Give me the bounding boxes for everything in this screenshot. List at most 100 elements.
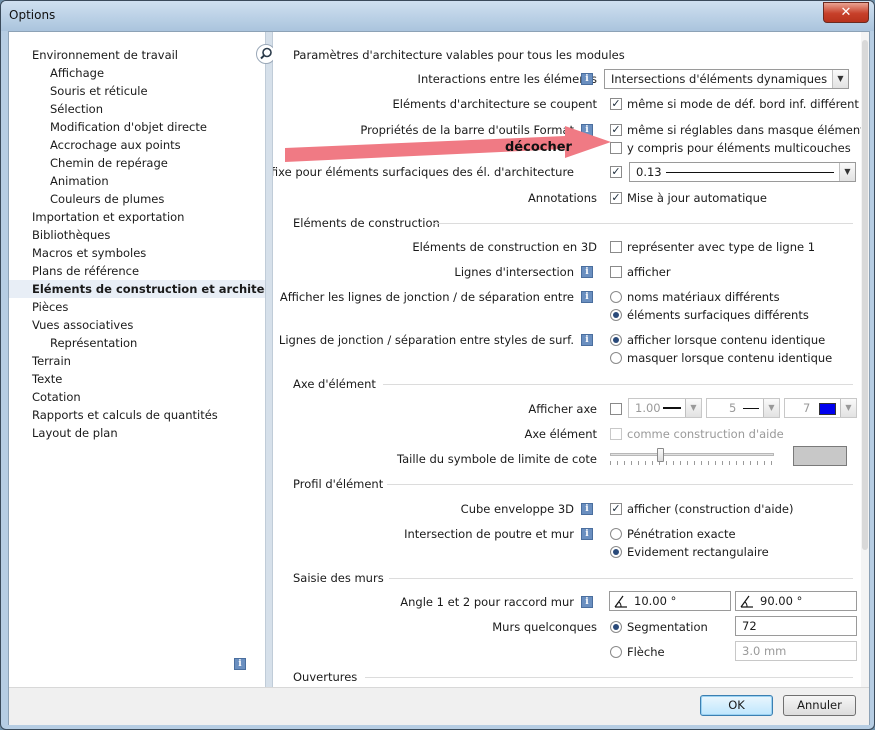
axe-element-label: Axe élément [524,427,597,441]
angle1-input[interactable]: 10.00 ° [609,591,731,611]
tree-item-vues[interactable]: Vues associatives [32,316,133,334]
cube-enveloppe-checkbox[interactable]: ✓ [610,503,622,515]
info-icon[interactable]: i [234,658,246,670]
line-type-preview [743,408,759,409]
info-icon[interactable]: i [581,334,593,346]
tree-item-layout[interactable]: Layout de plan [32,424,118,442]
barre-outils-option-label: même si réglables dans masque élément [627,123,861,137]
tree-item-rapports[interactable]: Rapports et calculs de quantités [32,406,218,424]
axe-pen-value: 1.00 [635,401,661,415]
section-divider [389,578,853,579]
taille-symbole-label: Taille du symbole de limite de cote [396,452,597,466]
styles-radio-masquer[interactable] [610,352,622,364]
lignes-intersection-checkbox[interactable] [610,266,622,278]
info-icon[interactable]: i [581,596,593,608]
styles-radio-afficher[interactable] [610,334,622,346]
tree-item-macros[interactable]: Macros et symboles [32,244,146,262]
segmentation-input[interactable]: 72 [735,616,857,636]
panel-scrollbar[interactable] [861,32,869,687]
afficher-axe-checkbox[interactable] [610,403,622,415]
section-divider [387,484,853,485]
tree-item-animation[interactable]: Animation [50,172,109,190]
tree-item-importation[interactable]: Importation et exportation [32,208,184,226]
jonction-label: Afficher les lignes de jonction / de sép… [279,290,574,304]
section-title-ouvertures: Ouvertures [293,670,358,684]
section-divider [365,677,853,678]
tree-item-cotation[interactable]: Cotation [32,388,81,406]
chevron-down-icon: ▼ [840,399,856,417]
fleche-radio[interactable] [610,646,622,658]
taille-slider[interactable] [610,448,774,468]
tree-item-environnement[interactable]: Environnement de travail [32,46,178,64]
lignes-intersection-option-label: afficher [627,265,671,279]
tree-item-affichage[interactable]: Affichage [50,64,104,82]
tree-item-modification[interactable]: Modification d'objet directe [50,118,207,136]
annotations-checkbox[interactable]: ✓ [610,192,622,204]
axe-line-dropdown[interactable]: 5 ▼ [706,398,780,418]
styles-option-masquer: masquer lorsque contenu identique [627,351,833,365]
poutre-mur-label: Intersection de poutre et mur [404,527,574,541]
poutre-radio-evidement[interactable] [610,546,622,558]
coupent-checkbox[interactable]: ✓ [610,98,622,110]
axe-element-option-label: comme construction d'aide [627,427,784,441]
tree-item-plans[interactable]: Plans de référence [32,262,139,280]
plume-dropdown[interactable]: 0.13 ▼ [629,162,856,182]
section-title-construction: Eléments de construction [293,216,440,230]
tree-item-couleurs[interactable]: Couleurs de plumes [50,190,164,208]
construction-3d-option-label: représenter avec type de ligne 1 [627,240,816,254]
fleche-input[interactable]: 3.0 mm [735,641,857,661]
tree-item-souris[interactable]: Souris et réticule [50,82,148,100]
tree-item-elements-construction[interactable]: Eléments de construction et architecture [9,280,298,298]
tree-item-selection[interactable]: Sélection [50,100,103,118]
plume-value: 0.13 [636,165,662,179]
axe-element-checkbox[interactable] [610,428,622,440]
info-icon[interactable]: i [581,291,593,303]
angle2-input[interactable]: 90.00 ° [735,591,857,611]
angle-raccord-label: Angle 1 et 2 pour raccord mur [400,595,574,609]
tree-item-terrain[interactable]: Terrain [32,352,71,370]
jonction-option-materiaux: noms matériaux différents [627,290,780,304]
segmentation-radio[interactable] [610,621,622,633]
info-icon[interactable]: i [581,503,593,515]
info-icon[interactable]: i [581,73,593,85]
coupent-option-label: même si mode de déf. bord inf. différent [627,97,859,111]
section-title-axe: Axe d'élément [293,377,376,391]
coupent-label: Eléments d'architecture se coupent [392,97,597,111]
options-tree: Environnement de travail Affichage Souri… [9,32,298,687]
slider-thumb[interactable] [657,448,664,462]
fleche-option-label: Flèche [627,645,665,659]
tree-item-representation[interactable]: Représentation [50,334,137,352]
jonction-radio-surfaciques[interactable] [610,309,622,321]
pen-line-preview [666,172,834,173]
poutre-option-evidement: Evidement rectangulaire [627,545,769,559]
afficher-axe-label: Afficher axe [528,402,597,416]
tree-item-texte[interactable]: Texte [32,370,62,388]
axe-pen-dropdown[interactable]: 1.00 ▼ [628,398,702,418]
cube-enveloppe-option-label: afficher (construction d'aide) [627,502,794,516]
scrollbar-thumb[interactable] [862,40,868,550]
section-divider [433,223,853,224]
tree-item-chemin[interactable]: Chemin de repérage [50,154,168,172]
window-title: Options [9,8,56,22]
dialog-client: Environnement de travail Affichage Souri… [8,31,870,725]
section-title-profil: Profil d'élément [293,477,384,491]
button-bar: OK Annuler [9,687,869,725]
tree-item-pieces[interactable]: Pièces [32,298,68,316]
jonction-radio-materiaux[interactable] [610,291,622,303]
interactions-value: Intersections d'éléments dynamiques [611,72,828,86]
poutre-radio-penetration[interactable] [610,528,622,540]
construction-3d-checkbox[interactable] [610,241,622,253]
segmentation-option-label: Segmentation [627,620,708,634]
slider-track [610,453,774,456]
interactions-dropdown[interactable]: Intersections d'éléments dynamiques ▼ [604,69,849,89]
tree-item-bibliotheques[interactable]: Bibliothèques [32,226,110,244]
tree-item-accrochage[interactable]: Accrochage aux points [50,136,181,154]
info-icon[interactable]: i [581,528,593,540]
axe-color-dropdown[interactable]: 7 ▼ [784,398,857,418]
ok-button[interactable]: OK [700,695,773,716]
close-button[interactable]: ✕ [823,2,869,23]
cube-enveloppe-label: Cube enveloppe 3D [460,502,574,516]
info-icon[interactable]: i [581,266,593,278]
panel-splitter[interactable] [265,32,273,687]
cancel-button[interactable]: Annuler [783,695,856,716]
